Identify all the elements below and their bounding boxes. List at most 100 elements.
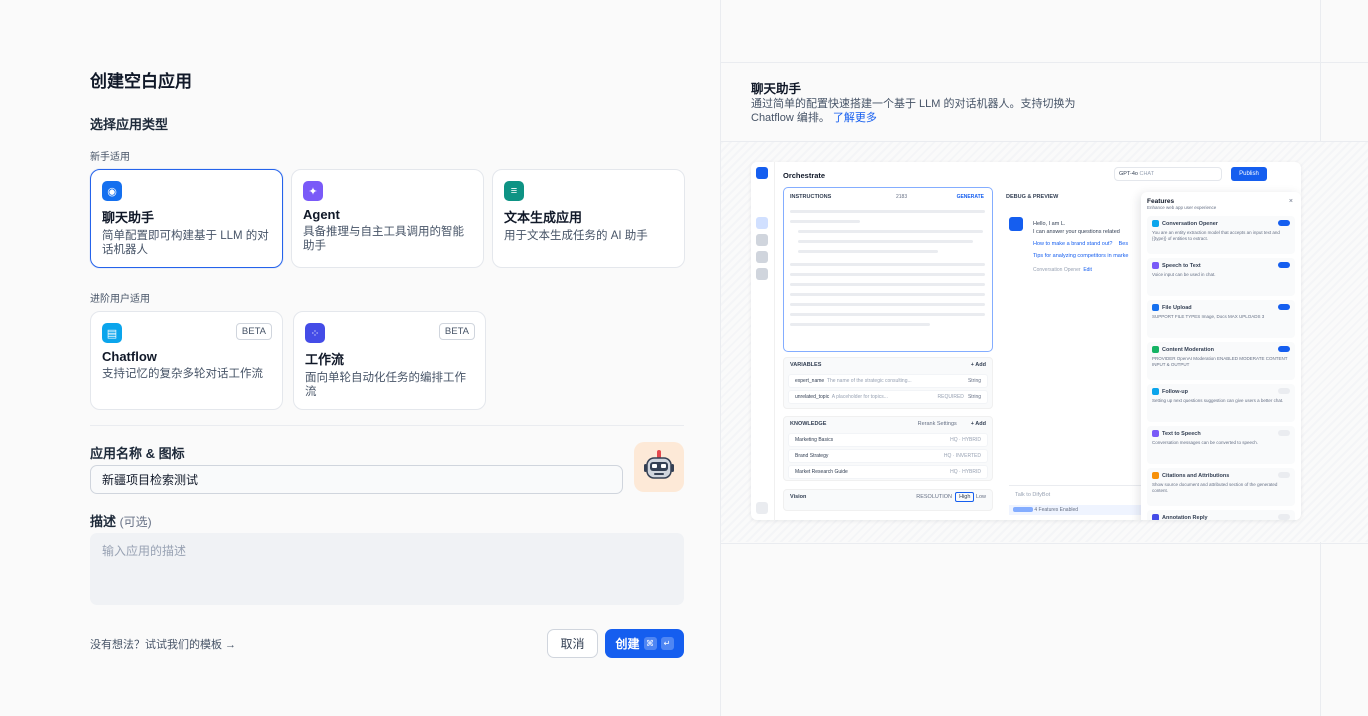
text-line bbox=[790, 210, 985, 213]
feature-name-text: Conversation Opener bbox=[1162, 220, 1218, 227]
mock-res-high: High bbox=[955, 492, 975, 502]
app-type-card[interactable]: ◉ 聊天助手 简单配置即可构建基于 LLM 的对话机器人 bbox=[90, 169, 283, 268]
kb-name: Market Research Guide bbox=[795, 469, 848, 475]
app-description-input[interactable] bbox=[90, 533, 684, 605]
mock-sidebar bbox=[751, 162, 775, 520]
text-line bbox=[798, 250, 938, 253]
feature-icon bbox=[1152, 388, 1159, 395]
card-description: 简单配置即可构建基于 LLM 的对话机器人 bbox=[102, 230, 269, 256]
learn-more-link[interactable]: 了解更多 bbox=[833, 112, 877, 124]
feature-desc: PROVIDER OpenAI Moderation ENABLED MODER… bbox=[1152, 356, 1288, 367]
feature-name-text: Follow-up bbox=[1162, 388, 1188, 395]
feature-toggle bbox=[1278, 388, 1290, 394]
chat-question: How to make a brand stand out? Bes bbox=[1033, 240, 1128, 248]
var-tag: REQUIRED bbox=[937, 394, 964, 400]
chat-opener: Conversation Opener Edit bbox=[1033, 266, 1128, 274]
text-line bbox=[798, 230, 983, 233]
create-button[interactable]: 创建 ⌘ ↵ bbox=[605, 629, 684, 658]
feature-toggle bbox=[1278, 346, 1290, 352]
desc-optional: (可选) bbox=[119, 515, 152, 529]
create-app-panel: 创建空白应用 选择应用类型 新手适用 ◉ 聊天助手 简单配置即可构建基于 LLM 的… bbox=[0, 0, 720, 716]
feature-toggle bbox=[1278, 220, 1290, 226]
mock-knowledge-add: + Add bbox=[970, 421, 986, 427]
chat-opener-text: Conversation Opener bbox=[1033, 267, 1081, 273]
name-label: 应用名称 & 图标 bbox=[90, 446, 185, 461]
features-enabled: 4 Features Enabled bbox=[1009, 505, 1149, 515]
feature-toggle bbox=[1278, 262, 1290, 268]
features-title: Features bbox=[1147, 198, 1175, 205]
feature-icon bbox=[1152, 430, 1159, 437]
mock-variables-label: VARIABLES bbox=[790, 362, 822, 368]
feature-toggle bbox=[1278, 430, 1290, 436]
feature-desc: Voice input can be used in chat. bbox=[1152, 272, 1216, 277]
mock-variable-row: unrelated_topic A placeholder for topics… bbox=[788, 390, 988, 404]
feature-name: Speech to Text bbox=[1152, 262, 1290, 269]
feature-desc: Setting up next questions suggestion can… bbox=[1152, 398, 1284, 403]
feature-name-text: Annotation Reply bbox=[1162, 514, 1208, 520]
feature-name: Conversation Opener bbox=[1152, 220, 1290, 227]
feature-icon bbox=[1152, 346, 1159, 353]
mock-variable-row: expert_name The name of the strategic co… bbox=[788, 374, 988, 388]
card-description: 用于文本生成任务的 AI 助手 bbox=[504, 230, 648, 242]
var-type: String bbox=[967, 378, 981, 384]
feature-desc: Conversation messages can be converted t… bbox=[1152, 440, 1259, 445]
mock-resolution-label: RESOLUTION bbox=[916, 494, 952, 500]
desc-label-text: 描述 bbox=[90, 514, 117, 529]
feature-icon bbox=[1152, 304, 1159, 311]
app-type-card[interactable]: ✦ Agent 具备推理与自主工具调用的智能助手 bbox=[291, 169, 484, 268]
text-line bbox=[790, 303, 985, 306]
mock-instructions-label: INSTRUCTIONS bbox=[790, 194, 832, 200]
card-title: 聊天助手 bbox=[102, 210, 155, 225]
create-label: 创建 bbox=[615, 637, 640, 651]
text-line bbox=[790, 293, 985, 296]
text-line bbox=[790, 220, 860, 223]
app-name-input[interactable] bbox=[90, 465, 623, 494]
text-line bbox=[790, 263, 985, 266]
mock-variables-add: + Add bbox=[970, 362, 986, 368]
app-type-card[interactable]: ⁘ 工作流 面向单轮自动化任务的编排工作流 BETA bbox=[293, 311, 486, 410]
beta-badge: BETA bbox=[235, 323, 272, 340]
app-icon-picker[interactable] bbox=[634, 442, 684, 492]
feature-desc: SUPPORT FILE TYPES Image, Docs MAX UPLOA… bbox=[1152, 314, 1265, 319]
feature-item: Annotation Reply bbox=[1147, 510, 1295, 520]
feature-icon bbox=[1152, 262, 1159, 269]
mock-knowledge: KNOWLEDGE + Add Rerank Settings Marketing … bbox=[783, 416, 993, 481]
card-description: 支持记忆的复杂多轮对话工作流 bbox=[102, 368, 263, 380]
card-description: 面向单轮自动化任务的编排工作流 bbox=[305, 372, 466, 398]
feature-name: Text to Speech bbox=[1152, 430, 1290, 437]
mock-vision-label: Vision bbox=[790, 494, 807, 500]
app-type-card[interactable]: ≡ 文本生成应用 用于文本生成任务的 AI 助手 bbox=[492, 169, 685, 268]
mock-knowledge-header: KNOWLEDGE + Add Rerank Settings bbox=[784, 417, 992, 431]
monitor-icon bbox=[756, 268, 768, 280]
mock-variables-header: VARIABLES + Add bbox=[784, 358, 992, 372]
features-enabled-text: 4 Features Enabled bbox=[1034, 507, 1079, 513]
mock-chat: Hello, I am L. I can answer your questio… bbox=[1033, 220, 1128, 274]
feature-toggle bbox=[1278, 304, 1290, 310]
chatflow-icon: ▤ bbox=[102, 323, 122, 343]
app-type-card[interactable]: ▤ Chatflow 支持记忆的复杂多轮对话工作流 BETA bbox=[90, 311, 283, 410]
cancel-button[interactable]: 取消 bbox=[547, 629, 598, 658]
desc-label: 描述 (可选) bbox=[90, 511, 152, 530]
mock-title: Orchestrate bbox=[783, 171, 826, 180]
mock-model-tag: CHAT bbox=[1139, 171, 1155, 177]
card-title: 文本生成应用 bbox=[504, 210, 583, 225]
feature-icon bbox=[1152, 514, 1159, 520]
chat-line: I can answer your questions related bbox=[1033, 229, 1120, 235]
mock-chat-input: Talk to DifyBot bbox=[1009, 485, 1149, 507]
feature-name-text: File Upload bbox=[1162, 304, 1192, 311]
bot-avatar-icon bbox=[1009, 217, 1023, 231]
var-desc: A placeholder for topics... bbox=[831, 394, 888, 400]
mock-variables: VARIABLES + Add expert_name The name of t… bbox=[783, 357, 993, 409]
feature-name-text: Content Moderation bbox=[1162, 346, 1214, 353]
card-description: 具备推理与自主工具调用的智能助手 bbox=[303, 226, 464, 252]
chat-hello: Hello, I am L. bbox=[1033, 221, 1066, 227]
mock-knowledge-row: Market Research Guide HQ · HYBRID bbox=[788, 465, 988, 479]
chat-opener-edit: Edit bbox=[1083, 267, 1092, 273]
template-link[interactable]: 没有想法？试试我们的模板 → bbox=[90, 636, 236, 652]
kb-tag: HQ · INVERTED bbox=[943, 453, 981, 459]
collapse-icon bbox=[756, 502, 768, 514]
preview-desc-text: 通过简单的配置快速搭建一个基于 LLM 的对话机器人。支持切换为 Chatflo… bbox=[751, 98, 1076, 124]
mock-model-name: GPT-4o bbox=[1119, 171, 1138, 177]
bot-icon bbox=[756, 167, 768, 179]
preview-description: 通过简单的配置快速搭建一个基于 LLM 的对话机器人。支持切换为 Chatflo… bbox=[751, 97, 1081, 125]
